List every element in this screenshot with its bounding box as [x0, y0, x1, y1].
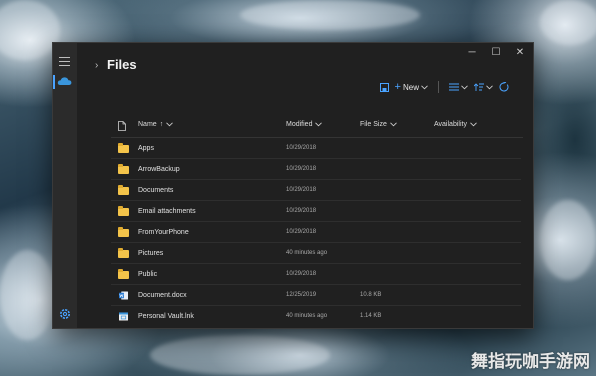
- onedrive-cloud-icon[interactable]: [57, 76, 72, 86]
- onedrive-window: ─ ☐ ✕ › Files + New Name ↑ Modified File…: [52, 42, 534, 329]
- file-row-apps[interactable]: Apps 10/29/2018: [53, 138, 533, 159]
- column-header-modified[interactable]: Modified: [286, 121, 323, 128]
- toolbar-separator: [438, 81, 439, 93]
- file-modified: 10/29/2018: [286, 208, 317, 214]
- file-modified: 10/29/2018: [286, 145, 317, 151]
- column-header-availability-label: Availability: [434, 121, 467, 128]
- chevron-down-icon: [461, 84, 468, 89]
- column-header-name-label: Name: [138, 121, 157, 128]
- column-header-availability[interactable]: Availability: [434, 121, 477, 128]
- file-row-document-docx[interactable]: Document.docx 12/25/2019 10.8 KB: [53, 285, 533, 306]
- file-modified: 10/29/2018: [286, 229, 317, 235]
- folder-icon: [118, 185, 129, 195]
- file-name: Email attachments: [138, 208, 196, 215]
- file-name: Apps: [138, 145, 154, 152]
- list-view-icon: [449, 83, 459, 91]
- folder-icon: [118, 269, 129, 279]
- file-size: 1.14 KB: [360, 313, 382, 319]
- file-name: Documents: [138, 187, 174, 194]
- file-modified: 40 minutes ago: [286, 250, 328, 256]
- wave-foam: [240, 0, 420, 30]
- column-header-file-size[interactable]: File Size: [360, 121, 397, 128]
- file-row-public[interactable]: Public 10/29/2018: [53, 264, 533, 285]
- file-name: Public: [138, 271, 158, 278]
- page-title: Files: [107, 57, 137, 72]
- document-icon: [118, 121, 126, 131]
- selection-indicator: [53, 75, 55, 89]
- close-button[interactable]: ✕: [515, 48, 525, 58]
- chevron-right-icon[interactable]: ›: [95, 60, 98, 71]
- file-row-personal-vault[interactable]: Personal Vault.lnk 40 minutes ago 1.14 K…: [53, 306, 533, 327]
- wave-foam: [0, 250, 55, 340]
- file-modified: 10/29/2018: [286, 187, 317, 193]
- folder-icon: [118, 227, 129, 237]
- new-button[interactable]: + New: [395, 81, 428, 93]
- wave-foam: [0, 0, 60, 60]
- hamburger-menu-icon[interactable]: [59, 57, 70, 69]
- sort-icon: [474, 82, 484, 91]
- minimize-button[interactable]: ─: [467, 48, 477, 58]
- maximize-button[interactable]: ☐: [491, 48, 501, 58]
- column-header-file-size-label: File Size: [360, 121, 387, 128]
- chevron-down-icon: [315, 122, 323, 127]
- sort-button[interactable]: [474, 82, 493, 92]
- window-controls: ─ ☐ ✕: [467, 48, 525, 58]
- file-name: Pictures: [138, 250, 164, 257]
- wave-foam: [150, 335, 330, 375]
- file-row-arrowbackup[interactable]: ArrowBackup 10/29/2018: [53, 159, 533, 180]
- file-name: FromYourPhone: [138, 229, 189, 236]
- folder-icon: [118, 206, 129, 216]
- word-document-icon: [119, 291, 128, 300]
- folder-icon: [118, 248, 129, 258]
- file-modified: 10/29/2018: [286, 166, 317, 172]
- chevron-down-icon: [486, 84, 493, 89]
- file-size: 10.8 KB: [360, 292, 382, 298]
- chevron-down-icon: [390, 122, 397, 127]
- file-row-fromyourphone[interactable]: FromYourPhone 10/29/2018: [53, 222, 533, 243]
- file-row-pictures[interactable]: Pictures 40 minutes ago: [53, 243, 533, 264]
- folder-icon: [118, 143, 129, 153]
- chevron-down-icon: [166, 122, 174, 127]
- save-icon: [379, 82, 389, 92]
- column-headers: Name ↑ Modified File Size Availability: [53, 121, 533, 135]
- wave-foam: [540, 200, 596, 280]
- file-modified: 10/29/2018: [286, 271, 317, 277]
- file-list: Apps 10/29/2018 ArrowBackup 10/29/2018 D…: [53, 138, 533, 327]
- column-header-modified-label: Modified: [286, 121, 313, 128]
- file-name: Personal Vault.lnk: [138, 313, 194, 320]
- refresh-icon: [499, 82, 509, 92]
- plus-icon: +: [394, 81, 401, 93]
- shortcut-icon: [119, 312, 128, 321]
- view-options-button[interactable]: [449, 83, 468, 91]
- sort-arrow-icon: ↑: [159, 121, 164, 128]
- refresh-button[interactable]: [499, 82, 509, 92]
- column-header-name[interactable]: Name ↑: [138, 121, 174, 128]
- folder-icon: [118, 164, 129, 174]
- file-modified: 12/25/2019: [286, 292, 317, 298]
- file-name: Document.docx: [138, 292, 187, 299]
- chevron-down-icon: [421, 84, 428, 89]
- wave-foam: [540, 0, 596, 45]
- file-row-email-attachments[interactable]: Email attachments 10/29/2018: [53, 201, 533, 222]
- save-button[interactable]: [379, 82, 389, 92]
- file-row-documents[interactable]: Documents 10/29/2018: [53, 180, 533, 201]
- watermark: 舞指玩咖手游网: [471, 352, 590, 372]
- file-modified: 40 minutes ago: [286, 313, 328, 319]
- toolbar: + New: [379, 80, 509, 94]
- new-button-label: New: [402, 82, 419, 92]
- chevron-down-icon: [470, 122, 477, 127]
- file-name: ArrowBackup: [138, 166, 180, 173]
- select-all-checkbox[interactable]: [118, 121, 126, 131]
